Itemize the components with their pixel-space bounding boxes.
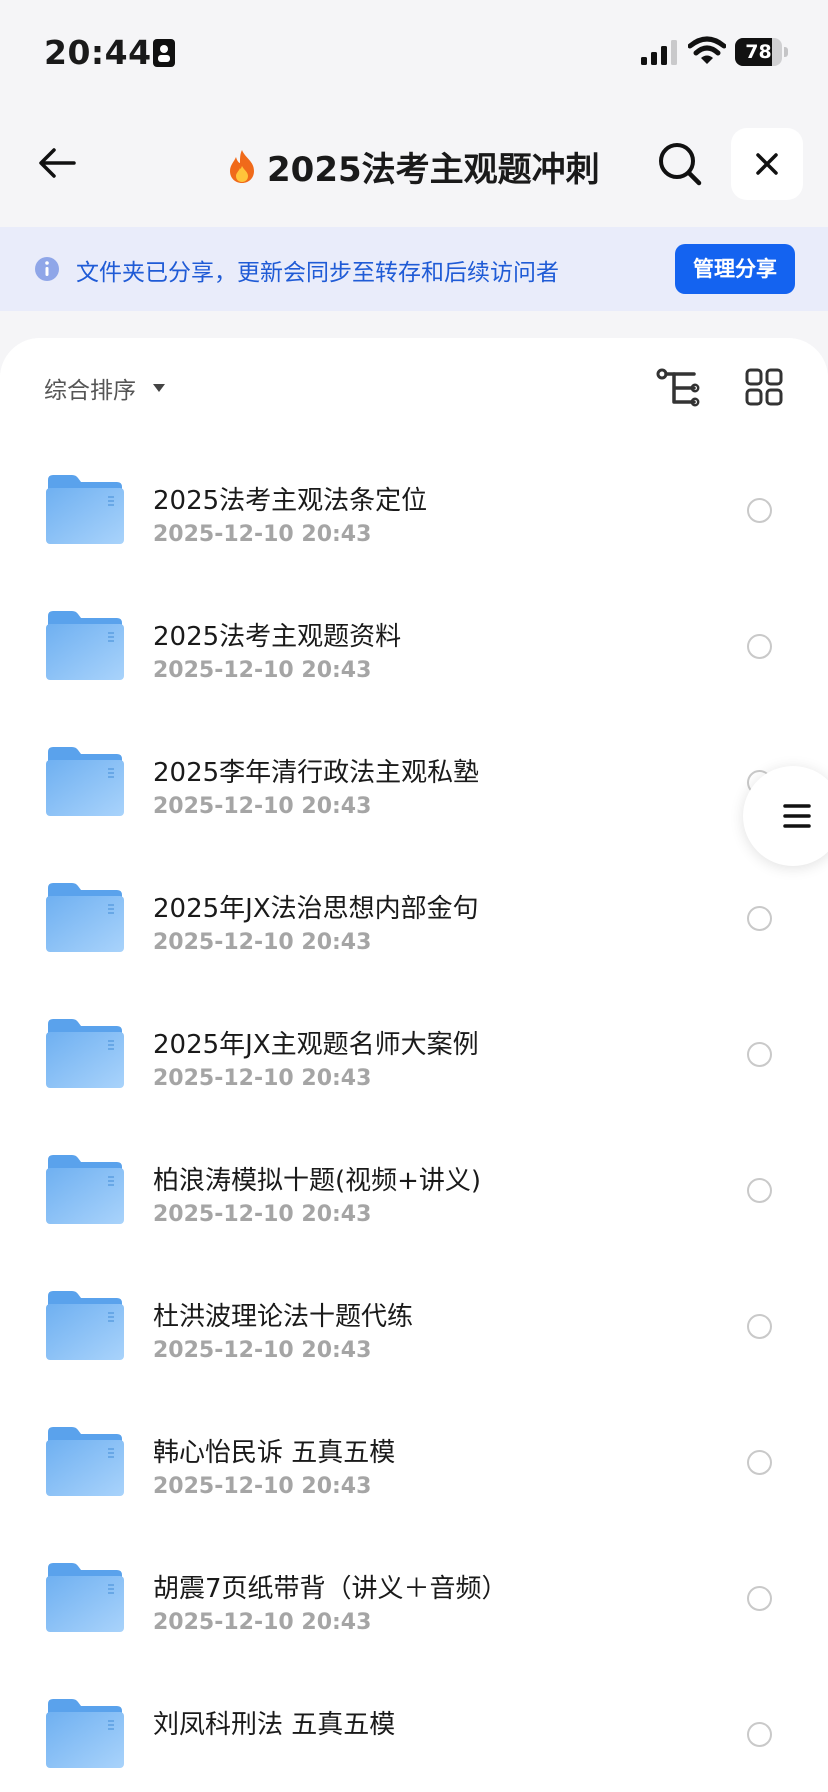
folder-icon bbox=[46, 1699, 124, 1768]
share-banner-message: 文件夹已分享，更新会同步至转存和后续访问者 bbox=[76, 260, 559, 286]
screen-lock-icon bbox=[153, 39, 175, 67]
app-screen: 20:44 78 2025法考主观题冲刺 文件夹已分享，更新会同步至转存和后续访… bbox=[0, 0, 828, 1792]
battery-indicator: 78 bbox=[735, 38, 788, 66]
share-banner: 文件夹已分享，更新会同步至转存和后续访问者 管理分享 bbox=[0, 227, 828, 311]
file-date: 2025-12-10 20:43 bbox=[153, 1066, 372, 1091]
file-row[interactable]: 韩心怡民诉 五真五模 2025-12-10 20:43 bbox=[0, 1392, 828, 1528]
file-date: 2025-12-10 20:43 bbox=[153, 930, 372, 955]
folder-icon bbox=[46, 1563, 124, 1632]
select-radio[interactable] bbox=[747, 1178, 772, 1203]
select-radio[interactable] bbox=[747, 634, 772, 659]
file-name: 2025年JX主观题名师大案例 bbox=[153, 1030, 479, 1060]
caret-down-icon bbox=[153, 384, 165, 392]
file-list-card: 综合排序 2025-12-10 20:43 2025法考主观法条定位 2025-12… bbox=[0, 338, 828, 1792]
tree-view-icon[interactable] bbox=[656, 368, 700, 408]
select-radio[interactable] bbox=[747, 1314, 772, 1339]
file-row[interactable]: 胡震7页纸带背（讲义＋音频） 2025-12-10 20:43 bbox=[0, 1528, 828, 1664]
select-radio[interactable] bbox=[747, 1450, 772, 1475]
info-icon bbox=[35, 257, 59, 281]
select-radio[interactable] bbox=[747, 1722, 772, 1747]
file-name: 胡震7页纸带背（讲义＋音频） bbox=[153, 1574, 508, 1604]
file-row[interactable]: 刘凤科刑法 五真五模 bbox=[0, 1664, 828, 1792]
file-row[interactable]: 杜洪波理论法十题代练 2025-12-10 20:43 bbox=[0, 1256, 828, 1392]
battery-body: 78 bbox=[735, 38, 782, 66]
folder-icon bbox=[46, 611, 124, 680]
grid-view-icon[interactable] bbox=[745, 368, 783, 406]
fire-icon bbox=[230, 150, 254, 183]
file-name: 2025法考主观法条定位 bbox=[153, 486, 428, 516]
status-bar: 20:44 78 bbox=[0, 0, 828, 100]
manage-share-button[interactable]: 管理分享 bbox=[675, 244, 795, 294]
file-name: 2025李年清行政法主观私塾 bbox=[153, 758, 480, 788]
close-icon bbox=[756, 153, 778, 175]
folder-icon bbox=[46, 1291, 124, 1360]
file-name: 2025年JX法治思想内部金句 bbox=[153, 894, 479, 924]
menu-icon bbox=[783, 804, 811, 828]
folder-icon bbox=[46, 1155, 124, 1224]
file-date: 2025-12-10 20:43 bbox=[153, 1474, 372, 1499]
file-row[interactable]: 2025法考主观法条定位 2025-12-10 20:43 bbox=[0, 440, 828, 576]
file-name: 刘凤科刑法 五真五模 bbox=[153, 1710, 396, 1740]
select-radio[interactable] bbox=[747, 1586, 772, 1611]
page-title: 2025法考主观题冲刺 bbox=[267, 149, 600, 190]
file-date: 2025-12-10 20:43 bbox=[153, 1610, 372, 1635]
file-date: 2025-12-10 20:43 bbox=[153, 1202, 372, 1227]
close-button[interactable] bbox=[731, 128, 803, 200]
file-row[interactable]: 柏浪涛模拟十题(视频+讲义) 2025-12-10 20:43 bbox=[0, 1120, 828, 1256]
select-radio[interactable] bbox=[747, 1042, 772, 1067]
file-date: 2025-12-10 20:43 bbox=[153, 522, 372, 547]
file-name: 2025法考主观题资料 bbox=[153, 622, 402, 652]
folder-icon bbox=[46, 1019, 124, 1088]
folder-icon bbox=[46, 1427, 124, 1496]
sort-label: 综合排序 bbox=[44, 378, 136, 404]
folder-icon bbox=[46, 883, 124, 952]
file-date: 2025-12-10 20:43 bbox=[153, 794, 372, 819]
file-date: 2025-12-10 20:43 bbox=[153, 1338, 372, 1363]
folder-icon bbox=[46, 475, 124, 544]
status-time: 20:44 bbox=[44, 33, 152, 72]
file-name: 柏浪涛模拟十题(视频+讲义) bbox=[153, 1166, 482, 1196]
file-row[interactable]: 2025李年清行政法主观私塾 2025-12-10 20:43 bbox=[0, 712, 828, 848]
file-name: 杜洪波理论法十题代练 bbox=[153, 1302, 414, 1332]
search-icon[interactable] bbox=[656, 140, 704, 188]
sort-dropdown[interactable]: 综合排序 bbox=[44, 371, 166, 405]
nav-header: 2025法考主观题冲刺 bbox=[0, 110, 828, 220]
battery-percent: 78 bbox=[745, 41, 772, 63]
back-arrow-icon[interactable] bbox=[34, 140, 80, 186]
select-radio[interactable] bbox=[747, 906, 772, 931]
wifi-icon bbox=[688, 36, 726, 64]
folder-icon bbox=[46, 747, 124, 816]
file-name: 韩心怡民诉 五真五模 bbox=[153, 1438, 396, 1468]
file-row[interactable]: 2025年JX主观题名师大案例 2025-12-10 20:43 bbox=[0, 984, 828, 1120]
file-row[interactable]: 2025年JX法治思想内部金句 2025-12-10 20:43 bbox=[0, 848, 828, 984]
page-title-group: 2025法考主观题冲刺 bbox=[225, 144, 600, 190]
file-row[interactable]: 2025法考主观题资料 2025-12-10 20:43 bbox=[0, 576, 828, 712]
list-toolbar: 综合排序 bbox=[0, 338, 828, 430]
cellular-signal-icon bbox=[641, 40, 677, 65]
battery-tip bbox=[784, 47, 788, 57]
file-date: 2025-12-10 20:43 bbox=[153, 658, 372, 683]
select-radio[interactable] bbox=[747, 498, 772, 523]
